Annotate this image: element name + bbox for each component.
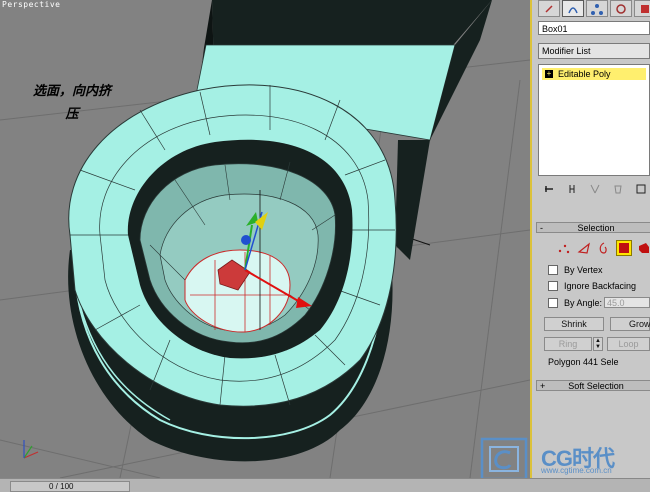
cgtime-logo [480, 437, 528, 481]
subobject-level-icons [556, 240, 650, 256]
vertex-icon[interactable] [556, 240, 572, 256]
loop-button[interactable]: Loop [607, 337, 650, 351]
configure-modifier-icon[interactable] [634, 182, 648, 196]
stack-item-label: Editable Poly [558, 69, 611, 79]
by-angle-checkbox[interactable]: By Angle: [548, 298, 602, 308]
perspective-viewport[interactable]: Perspective 选面，向内挤 压 [0, 0, 532, 478]
checkbox-box[interactable] [548, 298, 558, 308]
shrink-button[interactable]: Shrink [544, 317, 604, 331]
by-vertex-checkbox[interactable]: By Vertex [548, 265, 603, 275]
annotation-line-1: 选面，向内挤 [32, 84, 111, 99]
by-vertex-label: By Vertex [564, 265, 603, 275]
stack-item-editable-poly[interactable]: + Editable Poly [542, 68, 646, 80]
polygon-icon[interactable] [616, 240, 632, 256]
display-icon[interactable] [634, 0, 650, 17]
remove-modifier-icon[interactable] [611, 182, 625, 196]
command-panel: Box01 Modifier List + Editable Poly [532, 0, 650, 478]
modifier-list-dropdown[interactable]: Modifier List [538, 43, 650, 59]
modifier-stack[interactable]: + Editable Poly [538, 64, 650, 176]
make-unique-icon[interactable] [588, 182, 602, 196]
hierarchy-icon[interactable] [586, 0, 608, 17]
viewport-scene[interactable] [0, 0, 530, 478]
edge-icon[interactable] [576, 240, 592, 256]
show-end-result-icon[interactable] [565, 182, 579, 196]
border-icon[interactable] [596, 240, 612, 256]
modify-icon[interactable] [562, 0, 584, 17]
selection-status-text: Polygon 441 Sele [548, 357, 619, 367]
annotation-line-2: 压 [65, 107, 79, 122]
object-name-field[interactable]: Box01 [538, 21, 650, 35]
expand-plus-icon[interactable]: + [545, 70, 553, 78]
ring-spinner-arrows[interactable]: ▲ ▼ [593, 337, 603, 351]
selection-rollout-header[interactable]: - Selection [536, 222, 650, 233]
checkbox-box[interactable] [548, 265, 558, 275]
soft-selection-rollout-header[interactable]: + Soft Selection [536, 380, 650, 391]
watermark-url: www.cgtime.com.cn [541, 466, 612, 475]
time-slider[interactable]: 0 / 100 [10, 481, 130, 492]
checkbox-box[interactable] [548, 281, 558, 291]
create-icon[interactable] [538, 0, 560, 17]
rollout-title: Soft Selection [568, 381, 624, 391]
ring-button[interactable]: Ring [544, 337, 592, 351]
rollout-toggle[interactable]: + [540, 381, 545, 392]
rollout-title: Selection [577, 223, 615, 233]
ignore-backfacing-checkbox[interactable]: Ignore Backfacing [548, 281, 636, 291]
grow-button[interactable]: Grow [610, 317, 650, 331]
frame-counter: 0 / 100 [49, 482, 74, 491]
element-icon[interactable] [636, 240, 650, 256]
stack-tools [538, 181, 650, 197]
ignore-backfacing-label: Ignore Backfacing [564, 281, 637, 291]
angle-spinner[interactable]: 45.0 [604, 297, 650, 308]
rollout-toggle[interactable]: - [540, 223, 543, 234]
motion-icon[interactable] [610, 0, 632, 17]
viewport-label[interactable]: Perspective [2, 0, 60, 9]
command-panel-tabs [532, 0, 650, 17]
time-slider-bar: 0 / 100 [0, 478, 650, 492]
by-angle-label: By Angle: [564, 298, 603, 308]
annotation-text: 选面，向内挤 压 [22, 80, 122, 126]
pin-stack-icon[interactable] [542, 182, 556, 196]
